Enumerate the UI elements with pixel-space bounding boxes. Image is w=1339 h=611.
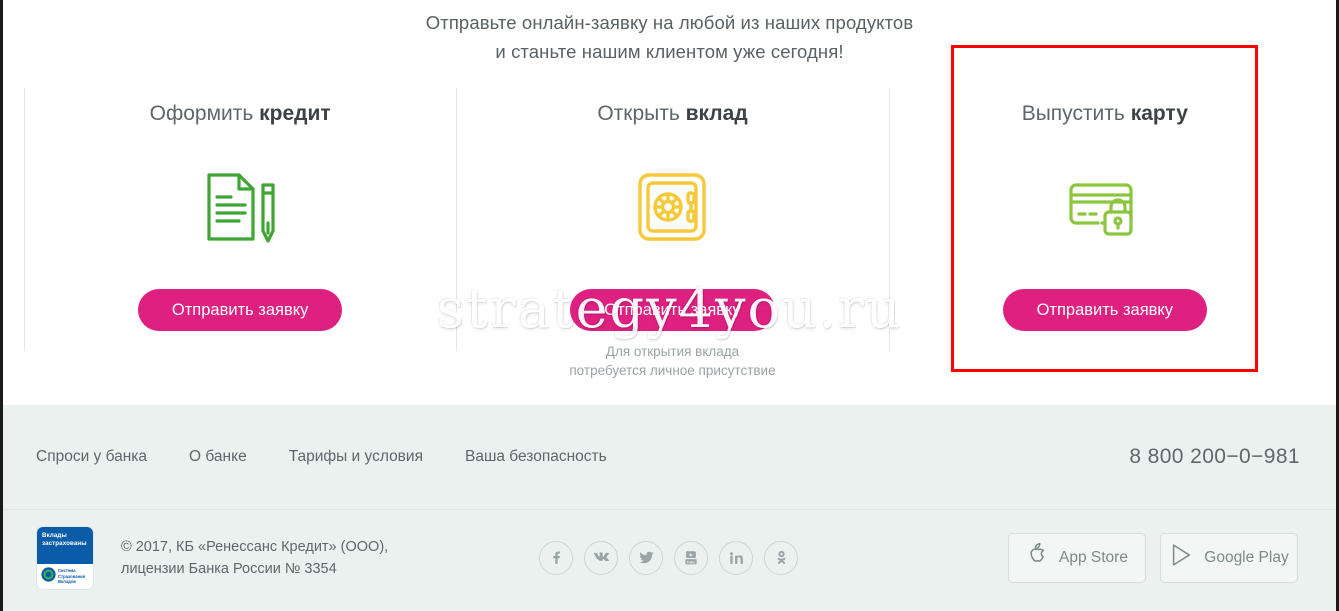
linkedin-icon[interactable] <box>719 540 753 575</box>
card-title-credit-bold: кредит <box>259 102 331 125</box>
deposit-insurance-badge: Вклады застрахованы Система Страхования … <box>36 525 94 590</box>
badge-top-line-1: Вклады <box>42 531 67 539</box>
submit-application-button-deposit[interactable]: Отправить заявку <box>570 289 775 331</box>
credit-card-lock-icon <box>1067 171 1143 243</box>
card-title-bankcard-bold: карту <box>1130 102 1188 125</box>
svg-text:Tube: Tube <box>687 560 696 564</box>
product-cards: Оформить кредит Отправить заявку Открыть… <box>24 88 1321 388</box>
footer-top-row: Спроси у банка О банке Тарифы и условия … <box>3 405 1336 510</box>
app-store-button[interactable]: App Store <box>1008 532 1146 583</box>
card-title-deposit: Открыть вклад <box>597 102 747 126</box>
copyright-line-1: © 2017, КБ «Ренессанс Кредит» (ООО), <box>121 538 389 555</box>
card-title-bankcard-light: Выпустить <box>1021 102 1131 125</box>
twitter-icon[interactable] <box>629 540 663 575</box>
google-play-button[interactable]: Google Play <box>1160 532 1298 583</box>
headline-line-2: и станьте нашим клиентом уже сегодня! <box>495 41 844 62</box>
submit-application-button-bankcard[interactable]: Отправить заявку <box>1002 289 1208 331</box>
badge-bottom: Система Страхования Вкладов <box>37 564 93 589</box>
footer-link-about-bank[interactable]: О банке <box>189 448 247 466</box>
document-pen-icon <box>203 171 277 243</box>
card-title-credit-light: Оформить <box>149 102 260 125</box>
social-links: Tube <box>539 540 798 575</box>
product-card-deposit[interactable]: Открыть вклад Отправить заявку Для откры… <box>456 88 888 388</box>
card-title-deposit-light: Открыть <box>597 102 686 125</box>
badge-bottom-lines: Система Страхования Вкладов <box>58 568 85 584</box>
apple-icon <box>1026 542 1048 573</box>
odnoklassniki-icon[interactable] <box>764 540 798 575</box>
product-card-credit[interactable]: Оформить кредит Отправить заявку <box>24 88 456 388</box>
copyright-line-2: лицензии Банка России № 3354 <box>121 560 337 577</box>
copyright-text: © 2017, КБ «Ренессанс Кредит» (ООО), лиц… <box>121 536 388 580</box>
footer-link-rates-conditions[interactable]: Тарифы и условия <box>289 448 423 466</box>
safe-icon <box>636 171 708 243</box>
badge-top-line-2: застрахованы <box>42 539 87 547</box>
support-phone-number[interactable]: 8 800 200−0−981 <box>1129 445 1300 469</box>
footer-links: Спроси у банка О банке Тарифы и условия … <box>36 448 607 466</box>
insurance-agency-logo-icon <box>41 566 56 587</box>
footer-link-your-security[interactable]: Ваша безопасность <box>465 448 607 466</box>
google-play-label: Google Play <box>1204 548 1289 566</box>
footer-link-ask-bank[interactable]: Спроси у банка <box>36 448 147 466</box>
card-title-deposit-bold: вклад <box>685 102 748 125</box>
headline-line-1: Отправьте онлайн-заявку на любой из наши… <box>425 12 914 33</box>
site-footer: Спроси у банка О банке Тарифы и условия … <box>3 405 1336 611</box>
vk-icon[interactable] <box>584 540 618 575</box>
card-title-credit: Оформить кредит <box>150 102 331 126</box>
page-root: Отправьте онлайн-заявку на любой из наши… <box>0 0 1339 611</box>
facebook-icon[interactable] <box>539 540 573 575</box>
footer-bottom-row: Вклады застрахованы Система Страхования … <box>3 510 1336 605</box>
app-store-links: App Store Google Play <box>1008 532 1298 583</box>
badge-top: Вклады застрахованы <box>37 526 93 564</box>
google-play-icon <box>1169 542 1193 573</box>
app-store-label: App Store <box>1059 548 1128 566</box>
deposit-note: Для открытия вклада потребуется личное п… <box>569 342 775 380</box>
deposit-note-line-2: потребуется личное присутствие <box>569 363 776 378</box>
page-headline: Отправьте онлайн-заявку на любой из наши… <box>3 8 1336 66</box>
submit-application-button-credit[interactable]: Отправить заявку <box>137 289 343 331</box>
card-title-bankcard: Выпустить карту <box>1022 102 1188 126</box>
deposit-note-line-1: Для открытия вклада <box>605 344 740 359</box>
youtube-icon[interactable]: Tube <box>674 540 708 575</box>
badge-bottom-line-3: Вкладов <box>58 579 76 585</box>
product-card-bankcard[interactable]: Выпустить карту Отправить заявку <box>888 88 1321 388</box>
